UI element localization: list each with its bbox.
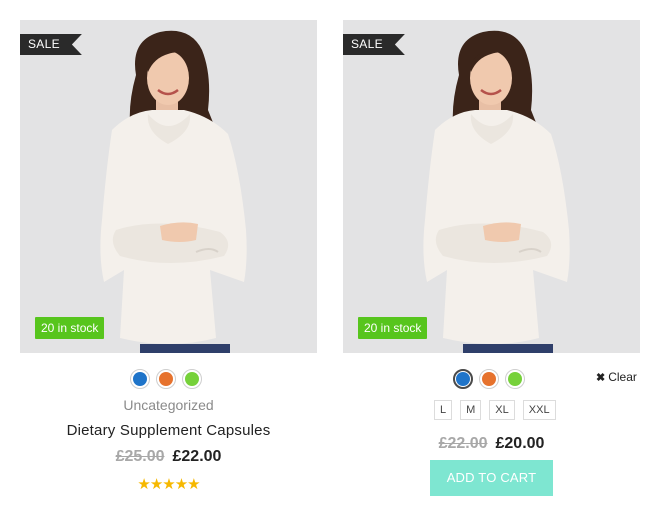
- product-title[interactable]: Dietary Supplement Capsules: [20, 422, 317, 439]
- swatch-orange[interactable]: [156, 369, 176, 389]
- old-price: £22.00: [438, 435, 488, 452]
- close-icon: ✖: [596, 371, 606, 384]
- size-option-m[interactable]: M: [460, 400, 482, 420]
- sale-price: £22.00: [172, 448, 222, 465]
- product-card: SALE 20 in stock Uncategorized Dietary S…: [20, 20, 317, 493]
- swatch-orange[interactable]: [479, 369, 499, 389]
- price-row: £22.00 £20.00: [343, 435, 640, 453]
- product-category[interactable]: Uncategorized: [20, 397, 317, 413]
- swatch-blue-dot: [133, 372, 147, 386]
- swatch-green-dot: [508, 372, 522, 386]
- swatch-green[interactable]: [505, 369, 525, 389]
- woman-sweater-photo: [343, 20, 640, 353]
- stock-badge: 20 in stock: [358, 317, 428, 339]
- product-image[interactable]: SALE 20 in stock: [343, 20, 640, 353]
- price-row: £25.00 £22.00: [20, 448, 317, 466]
- sale-price: £20.00: [495, 435, 545, 452]
- woman-sweater-photo: [20, 20, 317, 353]
- swatch-green[interactable]: [182, 369, 202, 389]
- old-price: £25.00: [115, 448, 165, 465]
- clear-label: Clear: [608, 370, 637, 384]
- swatch-blue[interactable]: [130, 369, 150, 389]
- size-option-xl[interactable]: XL: [489, 400, 515, 420]
- stock-badge: 20 in stock: [35, 317, 105, 339]
- swatch-orange-dot: [482, 372, 496, 386]
- product-image[interactable]: SALE 20 in stock: [20, 20, 317, 353]
- size-option-xxl[interactable]: XXL: [522, 400, 556, 420]
- size-option-l[interactable]: L: [434, 400, 453, 420]
- star-rating: ★★★★★: [137, 476, 200, 493]
- product-card: SALE 20 in stock L M XL XXL £22.00 £20.00…: [343, 20, 640, 496]
- clear-selection-button[interactable]: ✖ Clear: [596, 370, 637, 384]
- swatch-green-dot: [185, 372, 199, 386]
- add-to-cart-button[interactable]: ADD TO CART: [430, 460, 553, 496]
- color-swatches: [453, 369, 525, 389]
- color-swatches: [130, 369, 202, 389]
- swatch-blue[interactable]: [453, 369, 473, 389]
- swatch-blue-dot: [456, 372, 470, 386]
- swatch-orange-dot: [159, 372, 173, 386]
- size-options: L M XL XXL: [434, 400, 564, 420]
